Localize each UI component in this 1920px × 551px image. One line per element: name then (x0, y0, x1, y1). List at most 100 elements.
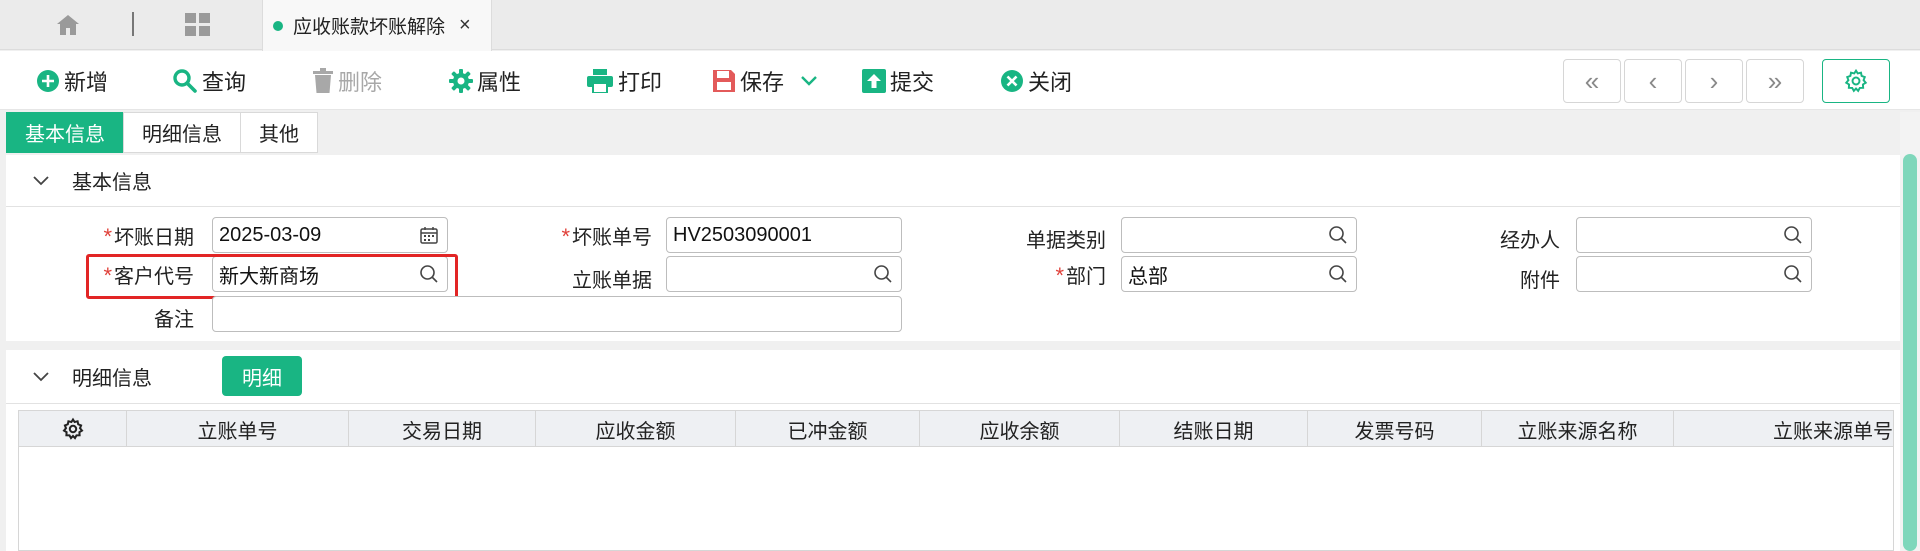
save-label: 保存 (740, 70, 785, 95)
chevron-left-icon: ‹ (1648, 65, 1658, 96)
scrollbar-thumb[interactable] (1903, 154, 1917, 551)
gear-icon (61, 417, 84, 440)
form-subtabs: 基本信息 明细信息 其他 (6, 112, 318, 153)
section-title: 明细信息 (72, 368, 152, 390)
remark-field[interactable] (212, 296, 902, 332)
search-icon[interactable] (869, 260, 897, 288)
search-icon[interactable] (1779, 260, 1807, 288)
print-button[interactable]: 打印 (586, 63, 662, 99)
tab-detail-info[interactable]: 明细信息 (123, 112, 241, 153)
tab-basic-info[interactable]: 基本信息 (6, 112, 124, 153)
gear-icon (1844, 68, 1868, 93)
double-chevron-left-icon: « (1584, 65, 1600, 96)
search-icon[interactable] (1779, 221, 1807, 249)
query-label: 查询 (202, 70, 247, 95)
grid-settings-button[interactable] (19, 411, 127, 447)
bad-debt-no-field[interactable]: HV2503090001 (666, 217, 902, 253)
column-header[interactable]: 立账来源单号 (1674, 411, 1895, 447)
settings-button[interactable] (1822, 59, 1890, 103)
submit-label: 提交 (890, 70, 935, 95)
print-label: 打印 (618, 70, 663, 95)
remark-label: 备注 (154, 309, 194, 331)
chevron-down-icon (800, 75, 818, 87)
vertical-scrollbar[interactable] (1900, 112, 1920, 551)
search-icon[interactable] (1324, 260, 1352, 288)
basic-info-header[interactable]: 基本信息 (6, 155, 1900, 207)
bad-debt-date-field[interactable]: 2025-03-09 (212, 217, 448, 253)
doc-type-field[interactable] (1121, 217, 1357, 253)
column-header[interactable]: 应收金额 (536, 411, 736, 447)
column-header[interactable]: 应收余额 (920, 411, 1120, 447)
required-mark: * (1055, 263, 1064, 288)
calendar-icon[interactable] (415, 221, 443, 249)
department-field[interactable]: 总部 (1121, 256, 1357, 292)
trash-icon (312, 68, 334, 94)
column-header[interactable]: 立账单号 (127, 411, 349, 447)
close-tab-icon[interactable]: × (459, 14, 471, 37)
divider (132, 12, 134, 36)
bad-debt-date-value: 2025-03-09 (219, 223, 322, 246)
column-header[interactable]: 结账日期 (1120, 411, 1308, 447)
tab-title: 应收账款坏账解除 (293, 17, 446, 38)
handler-field[interactable] (1576, 217, 1812, 253)
gear-icon (449, 69, 473, 93)
first-record-button[interactable]: « (1563, 59, 1621, 103)
close-button[interactable]: 关闭 (1000, 63, 1072, 99)
bad-debt-date-label: * 坏账日期 (103, 224, 194, 249)
upload-icon (862, 69, 886, 93)
customer-code-highlight (86, 254, 458, 299)
chevron-down-icon (32, 368, 50, 386)
home-button[interactable] (50, 10, 86, 40)
printer-icon (586, 69, 614, 93)
active-dot-icon (273, 20, 283, 31)
delete-button[interactable]: 删除 (312, 63, 382, 99)
save-button[interactable]: 保存 (712, 63, 784, 99)
bad-debt-no-label: * 坏账单号 (561, 224, 652, 249)
column-header[interactable]: 发票号码 (1308, 411, 1482, 447)
bad-debt-no-value: HV2503090001 (673, 223, 813, 246)
close-circle-icon (1000, 69, 1024, 93)
section-title: 基本信息 (72, 172, 152, 194)
floppy-icon (712, 69, 736, 93)
home-icon (57, 15, 79, 35)
detail-grid: 立账单号 交易日期 应收金额 已冲金额 应收余额 结账日期 发票号码 立账来源名… (18, 410, 1894, 551)
query-button[interactable]: 查询 (172, 63, 246, 99)
required-mark: * (561, 224, 570, 249)
next-record-button[interactable]: › (1685, 59, 1743, 103)
double-chevron-right-icon: » (1767, 65, 1783, 96)
previous-record-button[interactable]: ‹ (1624, 59, 1682, 103)
required-mark: * (103, 224, 112, 249)
properties-label: 属性 (477, 70, 522, 95)
column-header[interactable]: 交易日期 (349, 411, 536, 447)
add-label: 新增 (64, 70, 109, 95)
submit-button[interactable]: 提交 (862, 63, 934, 99)
add-button[interactable]: 新增 (36, 63, 108, 99)
last-record-button[interactable]: » (1746, 59, 1804, 103)
grid-header: 立账单号 交易日期 应收金额 已冲金额 应收余额 结账日期 发票号码 立账来源名… (19, 411, 1893, 447)
search-icon (172, 68, 198, 94)
department-value: 总部 (1128, 265, 1168, 288)
top-tab-bar: 应收账款坏账解除 × (0, 0, 1920, 51)
close-label: 关闭 (1028, 70, 1073, 95)
doc-type-label: 单据类别 (1026, 230, 1106, 252)
chevron-right-icon: › (1709, 65, 1719, 96)
column-header[interactable]: 立账来源名称 (1482, 411, 1674, 447)
save-dropdown-button[interactable] (800, 63, 822, 99)
tab-other[interactable]: 其他 (240, 112, 318, 153)
handler-label: 经办人 (1500, 230, 1560, 252)
department-label: * 部门 (1055, 263, 1106, 288)
chevron-down-icon (32, 172, 50, 190)
account-doc-field[interactable] (666, 256, 902, 292)
properties-button[interactable]: 属性 (449, 63, 521, 99)
grid-icon (185, 13, 210, 36)
account-doc-label: 立账单据 (572, 270, 652, 292)
apps-button[interactable] (178, 8, 218, 42)
attachment-label: 附件 (1520, 270, 1560, 292)
plus-circle-icon (36, 69, 60, 93)
active-tab[interactable]: 应收账款坏账解除 × (262, 0, 492, 51)
search-icon[interactable] (1324, 221, 1352, 249)
detail-button[interactable]: 明细 (222, 356, 302, 396)
toolbar: 新增 查询 删除 属性 打印 保存 提交 关闭 « ‹ › » (0, 51, 1920, 110)
attachment-field[interactable] (1576, 256, 1812, 292)
column-header[interactable]: 已冲金额 (736, 411, 920, 447)
